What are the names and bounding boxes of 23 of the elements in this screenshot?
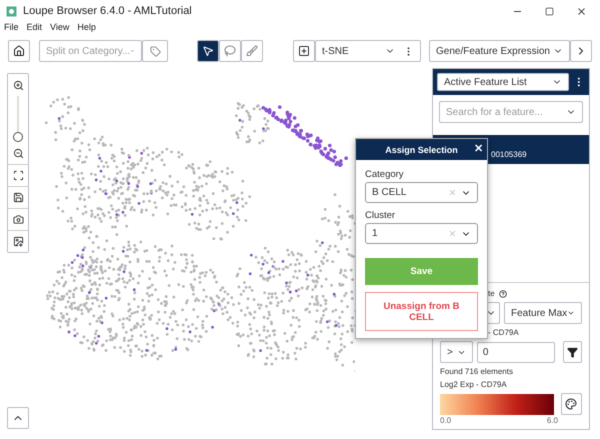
dialog-dropdown[interactable]: 1 <box>365 223 478 244</box>
operator-dropdown[interactable]: > <box>440 341 473 363</box>
unassign-button[interactable]: Unassign from B CELL <box>365 292 478 331</box>
found-count: Found 716 elements <box>440 367 514 376</box>
field-label: Category <box>365 169 405 180</box>
close-button[interactable]: ✕ <box>474 142 483 155</box>
legend-min: 0.0 <box>440 416 452 425</box>
menu-item[interactable]: Edit <box>26 22 42 35</box>
field-label: Cluster <box>365 210 396 221</box>
window-title: Loupe Browser 6.4.0 - AMLTutorial <box>23 5 193 17</box>
scale-label: te <box>488 289 495 298</box>
dialog-dropdown[interactable]: B CELL <box>365 182 478 203</box>
menu-item[interactable]: File <box>4 22 19 35</box>
projection-dropdown[interactable]: t-SNE <box>315 40 421 62</box>
menu-item[interactable]: Help <box>77 22 96 35</box>
legend-title: Log2 Exp - CD79A <box>440 380 508 389</box>
legend-max: 6.0 <box>546 416 558 425</box>
menu-item[interactable]: View <box>50 22 70 35</box>
threshold-field[interactable]: 0 <box>476 342 555 362</box>
filter-label: - CD79A <box>487 328 520 337</box>
scale-dropdown[interactable]: Feature Max <box>504 302 582 324</box>
view-dropdown[interactable]: Gene/Feature Expression <box>429 40 570 62</box>
feature-list-dropdown[interactable]: Active Feature List <box>437 73 570 91</box>
